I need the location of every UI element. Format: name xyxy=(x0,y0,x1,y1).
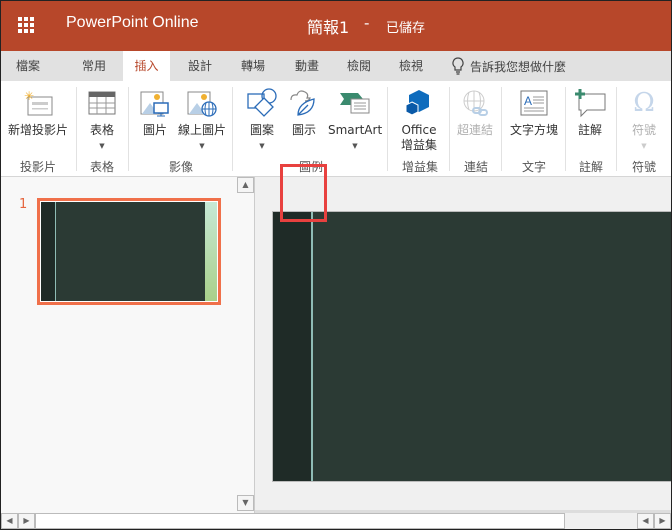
main-scroll-left-button[interactable]: ◀ xyxy=(637,513,654,529)
textbox-icon: A xyxy=(520,90,548,116)
tell-me-box[interactable]: 告訴我您想做什麼 xyxy=(452,51,566,81)
slide-thumbnail[interactable] xyxy=(37,198,221,305)
tab-transitions[interactable]: 轉場 xyxy=(233,51,273,81)
icons-button[interactable]: 圖示 xyxy=(284,87,324,138)
picture-icon xyxy=(140,91,169,117)
svg-text:✳: ✳ xyxy=(24,89,34,103)
app-name[interactable]: PowerPoint Online xyxy=(66,14,199,32)
app-launcher-icon[interactable] xyxy=(18,17,34,33)
smartart-button[interactable]: SmartArt ▼ xyxy=(328,87,382,150)
tab-file[interactable]: 檔案 xyxy=(8,51,48,81)
slides-pane-scrollbar[interactable]: ▲ ▼ xyxy=(237,177,254,513)
document-name[interactable]: 簡報1 xyxy=(307,14,349,38)
main-scroll-right-button[interactable]: ▶ xyxy=(654,513,671,529)
online-picture-icon xyxy=(187,91,217,117)
ribbon-insert: ✳ 新增投影片 表格 ▼ 圖片 線上圖片 ▼ 圖案 ▼ 圖示 SmartArt … xyxy=(0,81,672,222)
tab-home[interactable]: 常用 xyxy=(74,51,114,81)
tab-view[interactable]: 檢視 xyxy=(391,51,431,81)
tab-insert[interactable]: 插入 xyxy=(123,51,170,81)
group-label-addins: 增益集 xyxy=(401,160,438,174)
tell-me-text: 告訴我您想做什麼 xyxy=(470,59,567,74)
tab-animations[interactable]: 動畫 xyxy=(287,51,327,81)
icons-icon xyxy=(290,90,315,116)
symbol-button[interactable]: Ω 符號 ▼ xyxy=(620,87,668,150)
comment-button[interactable]: 註解 xyxy=(570,87,610,138)
textbox-button[interactable]: A 文字方塊 xyxy=(506,87,562,138)
scroll-left-button[interactable]: ◀ xyxy=(1,513,18,529)
hyperlink-icon xyxy=(463,90,488,116)
picture-button[interactable]: 圖片 xyxy=(136,87,174,138)
ribbon-tabs: 檔案 常用 插入 設計 轉場 動畫 檢閱 檢視 告訴我您想做什麼 xyxy=(0,51,672,81)
svg-text:A: A xyxy=(524,94,532,108)
shapes-button[interactable]: 圖案 ▼ xyxy=(242,87,282,150)
scroll-up-button[interactable]: ▲ xyxy=(237,177,254,193)
slide-editor xyxy=(255,177,672,513)
table-icon xyxy=(88,91,116,115)
group-label-symbols: 符號 xyxy=(631,160,656,174)
new-slide-button[interactable]: ✳ 新增投影片 xyxy=(4,87,72,138)
office-addins-button[interactable]: Office 增益集 xyxy=(394,87,444,153)
new-slide-icon: ✳ xyxy=(24,89,53,116)
horizontal-scrollbar[interactable]: ◀ ▶ ◀ ▶ xyxy=(0,513,672,530)
group-label-tables: 表格 xyxy=(89,160,114,174)
comment-icon xyxy=(575,89,606,118)
save-status: 已儲存 xyxy=(386,21,426,36)
group-label-text: 文字 xyxy=(521,160,546,174)
online-picture-button[interactable]: 線上圖片 ▼ xyxy=(176,87,228,150)
title-separator: - xyxy=(364,14,370,32)
office-addins-icon xyxy=(405,90,429,116)
group-label-images: 影像 xyxy=(168,160,193,174)
smartart-icon xyxy=(340,93,370,114)
slide-number: 1 xyxy=(19,197,28,212)
slides-pane: 1 ▲ ▼ xyxy=(0,177,255,513)
scroll-right-button[interactable]: ▶ xyxy=(18,513,35,529)
tab-design[interactable]: 設計 xyxy=(180,51,220,81)
shapes-icon xyxy=(247,88,277,117)
table-button[interactable]: 表格 ▼ xyxy=(82,87,122,150)
omega-icon: Ω xyxy=(633,88,655,118)
scroll-track[interactable] xyxy=(35,513,565,529)
tab-review[interactable]: 檢閱 xyxy=(339,51,379,81)
hyperlink-button[interactable]: 超連結 xyxy=(453,87,497,138)
group-label-slides: 投影片 xyxy=(19,160,56,174)
highlight-box xyxy=(280,164,327,222)
group-label-comments: 註解 xyxy=(578,160,603,174)
lightbulb-icon xyxy=(452,57,464,75)
slide-canvas[interactable] xyxy=(272,211,672,482)
group-label-links: 連結 xyxy=(463,160,488,174)
scroll-down-button[interactable]: ▼ xyxy=(237,495,254,511)
title-bar: PowerPoint Online 簡報1 - 已儲存 xyxy=(0,0,672,51)
